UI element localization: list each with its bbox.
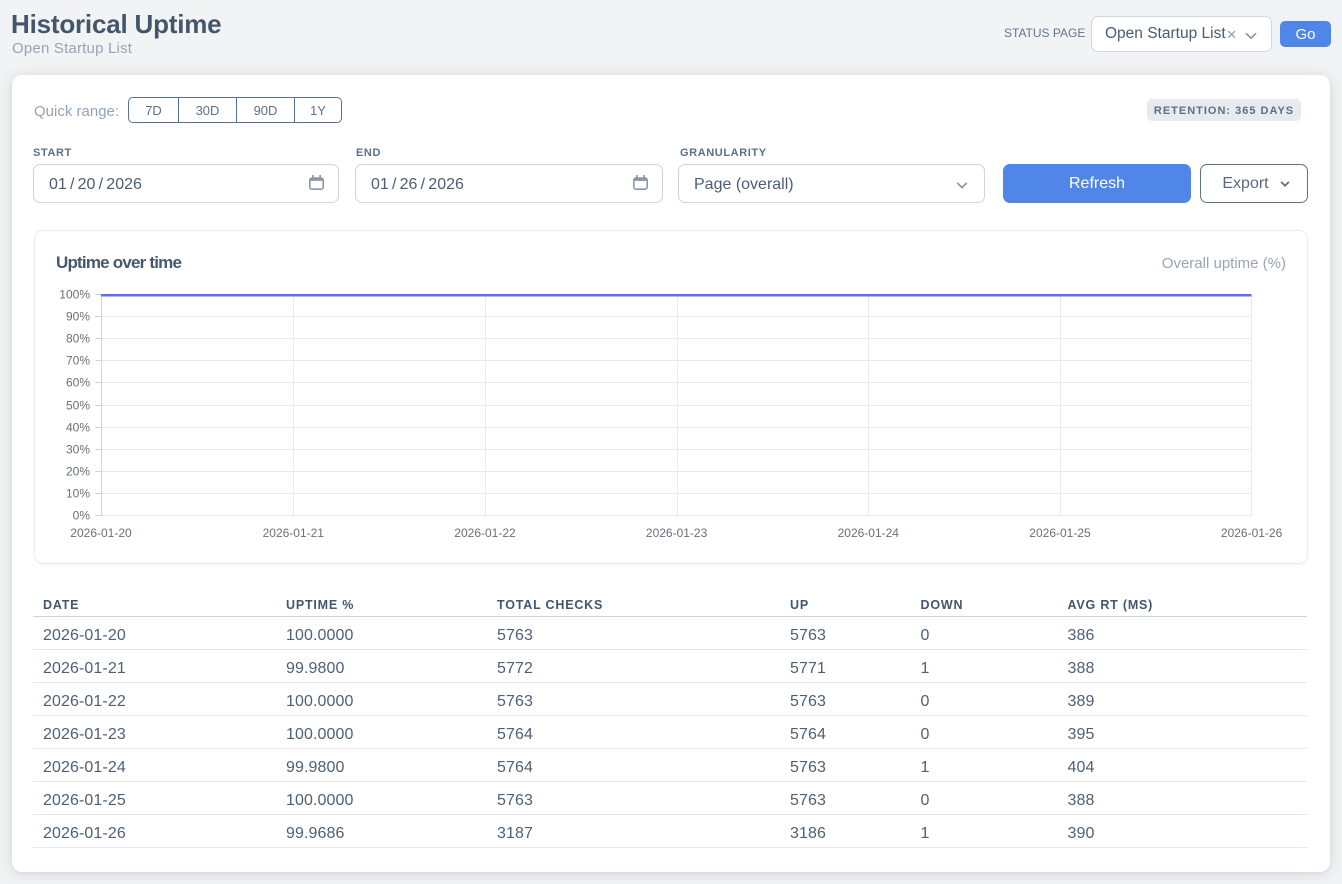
svg-text:2026-01-20: 2026-01-20 [70,526,132,540]
svg-text:90%: 90% [66,310,90,324]
svg-text:10%: 10% [66,487,90,501]
svg-text:2026-01-23: 2026-01-23 [646,526,708,540]
svg-text:60%: 60% [66,376,90,390]
svg-text:80%: 80% [66,332,90,346]
svg-text:2026-01-25: 2026-01-25 [1029,526,1091,540]
svg-text:30%: 30% [66,443,90,457]
svg-text:100%: 100% [59,288,90,302]
svg-text:2026-01-26: 2026-01-26 [1221,526,1283,540]
svg-text:2026-01-22: 2026-01-22 [454,526,516,540]
svg-text:2026-01-21: 2026-01-21 [263,526,325,540]
svg-text:50%: 50% [66,399,90,413]
svg-text:40%: 40% [66,421,90,435]
svg-text:2026-01-24: 2026-01-24 [838,526,900,540]
svg-text:0%: 0% [73,509,91,523]
svg-text:70%: 70% [66,354,90,368]
svg-text:20%: 20% [66,465,90,479]
